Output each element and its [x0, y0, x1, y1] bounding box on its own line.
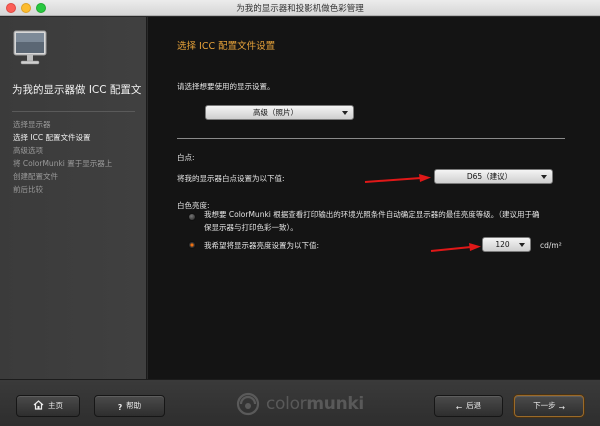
step-list: 选择显示器 选择 ICC 配置文件设置 高级选项 将 ColorMunki 置于…: [13, 118, 112, 196]
section-divider: [177, 138, 565, 139]
step-place-device: 将 ColorMunki 置于显示器上: [13, 159, 113, 168]
colormunki-mark-icon: [236, 392, 260, 416]
home-label: 主页: [48, 401, 63, 410]
back-arrow-icon: ←: [455, 403, 463, 412]
whitepoint-select[interactable]: D65（建议）: [434, 169, 553, 184]
chevron-down-icon: [342, 111, 348, 115]
chevron-down-icon: [519, 243, 525, 247]
chevron-down-icon: [541, 175, 547, 179]
home-icon: [33, 400, 44, 410]
sidebar-title: 为我的显示器做 ICC 配置文: [12, 84, 142, 96]
annotation-arrow-icon: [364, 174, 431, 183]
help-button[interactable]: ? 帮助: [94, 395, 165, 417]
back-label: 后退: [466, 401, 482, 410]
sidebar: 为我的显示器做 ICC 配置文 选择显示器 选择 ICC 配置文件设置 高级选项…: [0, 17, 147, 379]
next-button[interactable]: 下一步 →: [514, 395, 584, 417]
next-arrow-icon: →: [558, 403, 565, 412]
auto-luminance-label-line1: 我想要 ColorMunki 根据查看打印输出的环境光照条件自动确定显示器的最佳…: [204, 210, 540, 219]
annotation-arrow-icon: [430, 243, 481, 252]
window-titlebar: 为我的显示器和投影机做色彩管理: [0, 0, 600, 16]
auto-luminance-label-line2: 保显示器与打印色彩一致）。: [204, 223, 298, 232]
colormunki-logo: colormunki: [236, 392, 368, 416]
step-select-display: 选择显示器: [13, 120, 51, 129]
display-setting-value: 高级（照片）: [253, 108, 298, 117]
step-before-after: 前后比较: [13, 185, 43, 194]
luminance-select[interactable]: 120: [482, 237, 531, 252]
main-panel: 选择 ICC 配置文件设置 请选择想要使用的显示设置。 高级（照片） 白点: 将…: [148, 17, 600, 379]
step-create-profile: 创建配置文件: [13, 172, 58, 181]
footer-bar: 主页 ? 帮助 colormunki ← 后退 下一步 →: [0, 379, 600, 426]
back-button[interactable]: ← 后退: [434, 395, 503, 417]
whitepoint-value: D65（建议）: [466, 172, 513, 181]
help-icon: ?: [117, 403, 123, 412]
display-setting-prompt: 请选择想要使用的显示设置。: [177, 82, 275, 91]
help-label: 帮助: [126, 401, 142, 410]
next-label: 下一步: [533, 401, 556, 410]
brand-name: colormunki: [266, 394, 364, 414]
sidebar-divider: [12, 111, 135, 112]
display-setting-select[interactable]: 高级（照片）: [205, 105, 354, 120]
window-title: 为我的显示器和投影机做色彩管理: [236, 4, 364, 14]
step-advanced-options: 高级选项: [13, 146, 43, 155]
manual-luminance-label: 我希望将显示器亮度设置为以下值:: [204, 241, 320, 250]
monitor-icon: [13, 30, 47, 65]
radio-manual-luminance[interactable]: [188, 241, 196, 249]
luminance-value: 120: [495, 240, 510, 249]
home-button[interactable]: 主页: [16, 395, 80, 417]
whitepoint-heading: 白点:: [177, 153, 195, 162]
whitepoint-label: 将我的显示器白点设置为以下值:: [177, 174, 285, 183]
radio-auto-luminance[interactable]: [188, 213, 196, 221]
luminance-unit: cd/m²: [540, 241, 562, 250]
page-title: 选择 ICC 配置文件设置: [177, 41, 276, 52]
step-select-icc-settings: 选择 ICC 配置文件设置: [13, 133, 91, 142]
